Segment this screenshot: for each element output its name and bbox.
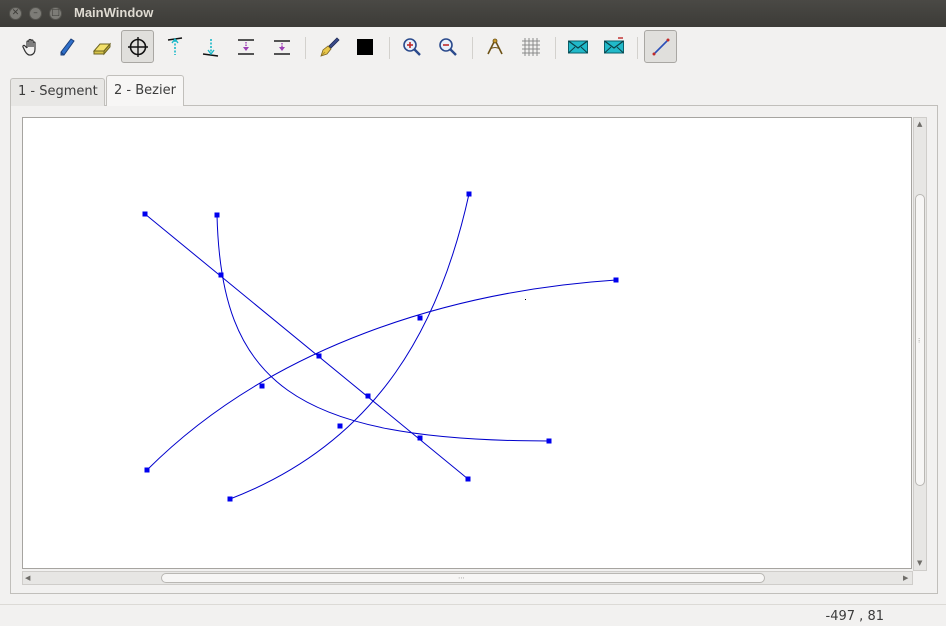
paintbrush-icon bbox=[319, 36, 340, 57]
intersection-point bbox=[417, 435, 423, 441]
crosshair-tool-button[interactable] bbox=[121, 30, 154, 63]
control-point[interactable] bbox=[546, 438, 552, 444]
vertical-dimension-top-button[interactable] bbox=[157, 30, 190, 63]
grip-icon: ⁝ bbox=[918, 337, 921, 345]
black-square-icon bbox=[356, 38, 373, 55]
control-point[interactable] bbox=[465, 476, 471, 482]
grid-icon bbox=[521, 37, 540, 56]
bezier-curve[interactable] bbox=[146, 279, 617, 471]
tab-bezier[interactable]: 2 - Bezier bbox=[106, 75, 184, 106]
tab-segment[interactable]: 1 - Segment bbox=[10, 78, 105, 106]
control-point[interactable] bbox=[613, 277, 619, 283]
eraser-tool-button[interactable] bbox=[85, 30, 118, 63]
crosshair-icon bbox=[127, 36, 148, 57]
toolbar-separator bbox=[305, 37, 306, 59]
vertical-dimension-bottom-button[interactable] bbox=[193, 30, 226, 63]
intersection-points bbox=[218, 272, 423, 441]
window-title: MainWindow bbox=[74, 5, 154, 20]
title-bar: ✕ – □ MainWindow bbox=[0, 0, 946, 27]
scroll-up-icon[interactable]: ▲ bbox=[917, 119, 922, 129]
zoom-in-button[interactable] bbox=[395, 30, 428, 63]
main-window: ✕ – □ MainWindow 1 - Segment 2 - Bezier … bbox=[0, 0, 946, 626]
control-points bbox=[142, 191, 619, 502]
toolbar-separator bbox=[472, 37, 473, 59]
bezier-curve[interactable] bbox=[216, 214, 550, 442]
intersection-point bbox=[417, 315, 423, 321]
mail-alt-icon bbox=[603, 36, 624, 53]
zoom-in-icon bbox=[402, 37, 421, 56]
cursor-dot bbox=[525, 299, 526, 300]
horizontal-scroll-thumb[interactable]: ⋯ bbox=[161, 573, 765, 583]
pencil-tool-button[interactable] bbox=[50, 30, 83, 63]
intersection-point bbox=[337, 423, 343, 429]
line-tool-button[interactable] bbox=[644, 30, 677, 63]
toolbar-separator bbox=[555, 37, 556, 59]
status-bar: -497 , 81 bbox=[0, 604, 946, 626]
horizontal-scrollbar[interactable]: ◀ ⋯ ▶ bbox=[22, 571, 913, 585]
pencil-icon bbox=[60, 37, 75, 55]
vertical-scroll-thumb[interactable]: ⁝ bbox=[915, 194, 925, 486]
control-point[interactable] bbox=[142, 211, 148, 217]
toolbar-separator bbox=[389, 37, 390, 59]
send-button[interactable] bbox=[561, 30, 594, 63]
scroll-right-icon[interactable]: ▶ bbox=[903, 573, 908, 583]
zoom-out-button[interactable] bbox=[431, 30, 464, 63]
insert-above-button[interactable] bbox=[229, 30, 262, 63]
drawing-canvas[interactable] bbox=[22, 117, 912, 569]
control-point[interactable] bbox=[466, 191, 472, 197]
vertical-dimension-top-icon bbox=[167, 36, 182, 55]
grip-icon: ⋯ bbox=[458, 574, 465, 582]
toolbar-separator bbox=[637, 37, 638, 59]
paintbrush-button[interactable] bbox=[312, 30, 345, 63]
close-icon: ✕ bbox=[11, 8, 20, 18]
compass-button[interactable] bbox=[478, 30, 511, 63]
control-point[interactable] bbox=[227, 496, 233, 502]
intersection-point bbox=[259, 383, 265, 389]
cursor-coordinates: -497 , 81 bbox=[825, 609, 884, 624]
insert-above-icon bbox=[237, 38, 254, 55]
minimize-icon: – bbox=[33, 8, 38, 18]
zoom-out-icon bbox=[438, 37, 457, 56]
compass-icon bbox=[486, 38, 503, 54]
grid-button[interactable] bbox=[514, 30, 547, 63]
intersection-point bbox=[365, 393, 371, 399]
toolbar bbox=[0, 27, 946, 67]
receive-button[interactable] bbox=[597, 30, 630, 63]
bezier-drawing[interactable] bbox=[23, 118, 913, 570]
mail-icon bbox=[567, 40, 588, 53]
hand-icon bbox=[21, 38, 36, 56]
insert-below-button[interactable] bbox=[265, 30, 298, 63]
vertical-scrollbar[interactable]: ▲ ⁝ ▼ bbox=[913, 117, 927, 571]
maximize-icon: □ bbox=[51, 8, 60, 18]
hand-tool-button[interactable] bbox=[14, 30, 47, 63]
bezier-curve[interactable] bbox=[229, 193, 470, 500]
minimize-window-button[interactable]: – bbox=[29, 7, 42, 20]
maximize-window-button[interactable]: □ bbox=[49, 7, 62, 20]
line-tool-icon bbox=[652, 38, 669, 55]
control-point[interactable] bbox=[214, 212, 220, 218]
intersection-point bbox=[218, 272, 224, 278]
insert-below-icon bbox=[273, 39, 290, 55]
eraser-icon bbox=[92, 42, 111, 55]
close-window-button[interactable]: ✕ bbox=[9, 7, 22, 20]
intersection-point bbox=[316, 353, 322, 359]
control-point[interactable] bbox=[144, 467, 150, 473]
scroll-left-icon[interactable]: ◀ bbox=[25, 573, 30, 583]
scroll-down-icon[interactable]: ▼ bbox=[917, 558, 922, 568]
vertical-dimension-bottom-icon bbox=[202, 38, 218, 57]
color-picker-button[interactable] bbox=[348, 30, 381, 63]
